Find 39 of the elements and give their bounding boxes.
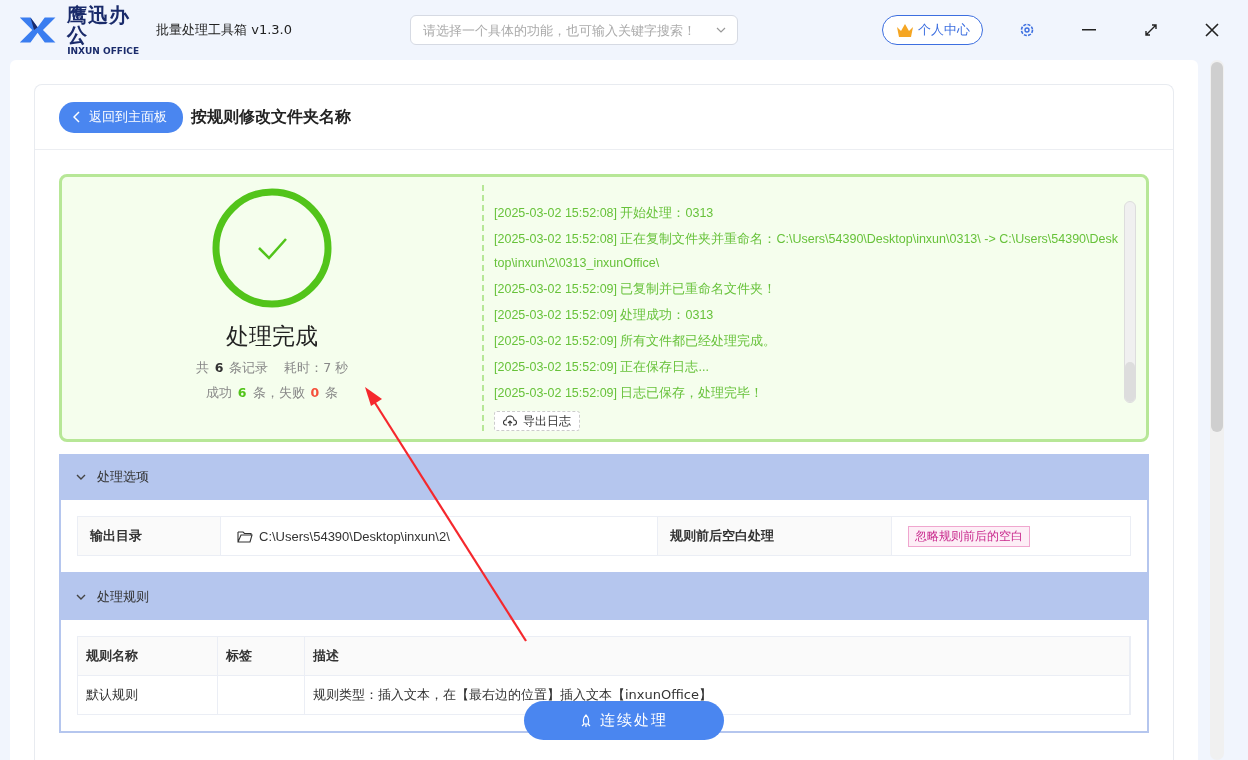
result-count-text: 成功 6 条，失败 0 条 (205, 385, 339, 402)
column-header: 描述 (305, 637, 1130, 675)
brand-subtitle: INXUN OFFICE (67, 46, 141, 56)
app-title: 批量处理工具箱 v1.3.0 (156, 21, 292, 39)
rocket-icon (580, 713, 592, 728)
page-scrollbar[interactable] (1210, 60, 1224, 760)
column-header: 规则名称 (78, 637, 218, 675)
cloud-upload-icon (503, 415, 517, 427)
trim-label: 规则前后空白处理 (658, 517, 892, 555)
user-center-button[interactable]: 个人中心 (882, 15, 984, 45)
log-line: [2025-03-02 15:52:08] 正在复制文件夹并重命名：C:\Users\54390\Desktop\inxun\0313\ -> C:\Users\54390\Desktop\inxun\2\0313_inxunOffice\ (494, 231, 1118, 272)
crown-icon (895, 22, 914, 38)
table-cell: 默认规则 (78, 676, 218, 714)
export-log-button[interactable]: 导出日志 (494, 411, 580, 431)
column-header: 标签 (218, 637, 305, 675)
output-dir-label: 输出目录 (78, 517, 221, 555)
success-check-icon (211, 187, 333, 309)
expand-icon (1143, 23, 1158, 37)
log-line: [2025-03-02 15:52:09] 已复制并已重命名文件夹！ (494, 281, 778, 298)
back-button[interactable]: 返回到主面板 (59, 101, 183, 133)
log-line: [2025-03-02 15:52:08] 开始处理：0313 (494, 205, 715, 222)
continue-button[interactable]: 连续处理 (524, 701, 724, 740)
log-line: [2025-03-02 15:52:09] 正在保存日志... (494, 359, 710, 376)
status-text: 处理完成 (226, 322, 318, 351)
log-scrollbar[interactable] (1124, 201, 1136, 403)
summary-text: 共 6 条记录 耗时：7 秒 (195, 360, 349, 377)
options-section-header[interactable]: 处理选项 (59, 454, 1149, 500)
folder-icon (237, 529, 253, 543)
settings-icon (1019, 22, 1036, 38)
minimize-icon (1081, 29, 1096, 31)
log-line: [2025-03-02 15:52:09] 处理成功：0313 (494, 307, 715, 324)
brand-name: 鹰迅办公 (67, 4, 132, 45)
page-title: 按规则修改文件夹名称 (191, 106, 351, 128)
rules-section-header[interactable]: 处理规则 (59, 574, 1149, 620)
close-icon (1205, 23, 1220, 37)
log-line: [2025-03-02 15:52:09] 日志已保存，处理完毕！ (494, 385, 765, 402)
log-line: [2025-03-02 15:52:09] 所有文件都已经处理完成。 (494, 333, 778, 350)
chevron-left-icon (73, 111, 81, 123)
trim-tag: 忽略规则前后的空白 (908, 525, 1030, 547)
